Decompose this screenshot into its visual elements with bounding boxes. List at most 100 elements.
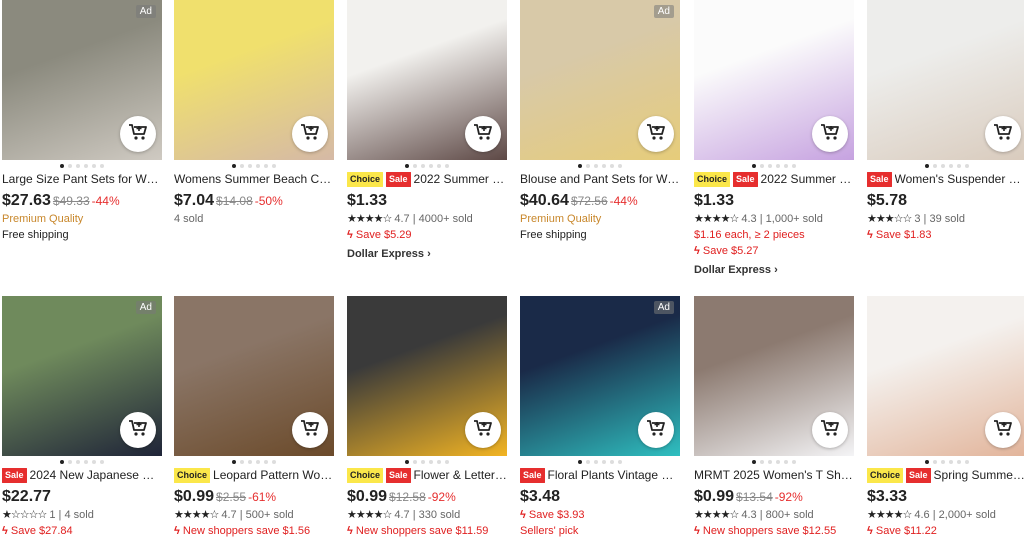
choice-tag: Choice: [867, 468, 904, 483]
product-card[interactable]: ChoiceSaleFlower & Letter Pri... $0.99$12…: [347, 296, 507, 539]
product-title[interactable]: MRMT 2025 Women's T Shirt ...: [694, 468, 854, 483]
product-title[interactable]: Large Size Pant Sets for Wom...: [2, 172, 162, 187]
sale-tag: Sale: [733, 172, 758, 187]
add-to-cart-button[interactable]: [465, 116, 501, 152]
rating-row: ★★★☆☆ 3 | 39 sold: [867, 213, 965, 225]
discount-percent: -61%: [248, 490, 277, 504]
add-to-cart-button[interactable]: [465, 412, 501, 448]
product-title[interactable]: Choice Leopard Pattern Wome...: [174, 468, 334, 483]
discount-percent: -92%: [427, 490, 456, 504]
star-rating-icons: ★★★☆☆: [867, 213, 912, 225]
add-to-cart-button[interactable]: [120, 116, 156, 152]
rating-row: ★★★★☆ 4.7 | 500+ sold: [174, 509, 294, 521]
product-title[interactable]: Sale Floral Plants Vintage 3D ...: [520, 468, 680, 483]
original-price: $14.08: [216, 194, 253, 208]
link-text: Dollar Express: [347, 248, 425, 260]
image-carousel-dots[interactable]: [2, 160, 162, 172]
image-carousel-dots[interactable]: [520, 160, 680, 172]
product-image[interactable]: [867, 0, 1024, 160]
current-price: $1.33: [694, 192, 735, 209]
product-image[interactable]: [867, 296, 1024, 456]
product-title[interactable]: Sale Women's Suspender Dre...: [867, 172, 1024, 187]
rating-value: 4.3: [741, 509, 757, 521]
product-title[interactable]: ChoiceSaleFlower & Letter Pri...: [347, 468, 507, 483]
cart-plus-icon: [993, 419, 1013, 442]
discount-percent: -44%: [91, 194, 120, 208]
add-to-cart-button[interactable]: [812, 412, 848, 448]
add-to-cart-button[interactable]: [985, 116, 1021, 152]
product-image[interactable]: Ad: [520, 296, 680, 456]
product-image[interactable]: [694, 296, 854, 456]
product-image[interactable]: Ad: [2, 296, 162, 456]
lightning-icon: ϟ: [520, 509, 529, 521]
link-text: Dollar Express: [694, 264, 772, 276]
original-price: $49.33: [52, 194, 90, 208]
image-carousel-dots[interactable]: [694, 456, 854, 468]
cart-plus-icon: [993, 123, 1013, 146]
image-carousel-dots[interactable]: [694, 160, 854, 172]
savings-text: Save $11.22: [875, 525, 937, 537]
choice-tag: Choice: [174, 468, 211, 483]
add-to-cart-button[interactable]: [638, 116, 674, 152]
add-to-cart-button[interactable]: [638, 412, 674, 448]
product-title[interactable]: ChoiceSaleSpring Summer C...: [867, 468, 1024, 483]
product-image[interactable]: [174, 0, 334, 160]
product-card[interactable]: ChoiceSale2022 Summer Wo... $1.33 ★★★★☆ 4.…: [694, 0, 854, 278]
image-carousel-dots[interactable]: [2, 456, 162, 468]
add-to-cart-button[interactable]: [985, 412, 1021, 448]
dollar-express-link[interactable]: Dollar Express ›: [694, 262, 854, 278]
product-title[interactable]: Sale 2024 New Japanese Kor...: [2, 468, 162, 483]
lightning-icon: ϟ: [867, 525, 876, 537]
chevron-right-icon: ›: [424, 248, 431, 260]
product-title[interactable]: Blouse and Pant Sets for Wom...: [520, 172, 680, 187]
product-card[interactable]: ChoiceSaleSpring Summer C... $3.33 ★★★★☆ 4…: [867, 296, 1024, 539]
product-image[interactable]: Ad: [520, 0, 680, 160]
product-card[interactable]: Choice Leopard Pattern Wome... $0.99 $2.55-…: [174, 296, 334, 539]
image-carousel-dots[interactable]: [867, 456, 1024, 468]
image-carousel-dots[interactable]: [347, 456, 507, 468]
product-title[interactable]: ChoiceSale2022 Summer Wo...: [347, 172, 507, 187]
price-row: $27.63 $49.33 -44%: [2, 191, 162, 211]
dollar-express-link[interactable]: Dollar Express ›: [347, 246, 507, 262]
info-line: Premium Quality: [2, 213, 84, 225]
product-card[interactable]: MRMT 2025 Women's T Shirt ... $0.99 $13.54…: [694, 296, 854, 539]
cart-plus-icon: [820, 419, 840, 442]
product-title[interactable]: Womens Summer Beach Cam...: [174, 172, 334, 187]
product-card[interactable]: Sale Women's Suspender Dre... $5.78 ★★★☆☆ 3…: [867, 0, 1024, 243]
sold-count: 800+ sold: [765, 509, 814, 521]
current-price: $1.33: [347, 192, 388, 209]
image-carousel-dots[interactable]: [174, 456, 334, 468]
image-carousel-dots[interactable]: [174, 160, 334, 172]
image-carousel-dots[interactable]: [347, 160, 507, 172]
rating-value: 4.7: [221, 509, 237, 521]
star-rating-icons: ★★★★☆: [347, 213, 392, 225]
product-image[interactable]: Ad: [2, 0, 162, 160]
add-to-cart-button[interactable]: [292, 412, 328, 448]
product-title[interactable]: ChoiceSale2022 Summer Wo...: [694, 172, 854, 187]
image-carousel-dots[interactable]: [520, 456, 680, 468]
choice-tag: Choice: [347, 468, 384, 483]
add-to-cart-button[interactable]: [812, 116, 848, 152]
product-image[interactable]: [174, 296, 334, 456]
product-card[interactable]: ChoiceSale2022 Summer Wo... $1.33 ★★★★☆ 4.…: [347, 0, 507, 262]
product-card[interactable]: Ad Sale 2024 New Japanese Kor... $22.77 ★☆☆☆…: [2, 296, 162, 539]
current-price: $22.77: [2, 488, 51, 505]
add-to-cart-button[interactable]: [292, 116, 328, 152]
product-card[interactable]: Ad Sale Floral Plants Vintage 3D ... $3.48 ϟ…: [520, 296, 680, 539]
product-image[interactable]: [347, 296, 507, 456]
cart-plus-icon: [300, 419, 320, 442]
rating-row: ★★★★☆ 4.3 | 800+ sold: [694, 509, 814, 521]
image-carousel-dots[interactable]: [867, 160, 1024, 172]
product-image[interactable]: [694, 0, 854, 160]
product-card[interactable]: Womens Summer Beach Cam... $7.04 $14.08 -50…: [174, 0, 334, 227]
savings-text: New shoppers save $1.56: [182, 525, 311, 537]
ad-badge: Ad: [135, 5, 156, 18]
sale-tag: Sale: [386, 172, 411, 187]
product-card[interactable]: Ad Large Size Pant Sets for Wom... $27.63 $…: [2, 0, 162, 243]
add-to-cart-button[interactable]: [120, 412, 156, 448]
rating-row: ★☆☆☆☆ 1 | 4 sold: [2, 509, 94, 521]
product-card[interactable]: Ad Blouse and Pant Sets for Wom... $40.64 $…: [520, 0, 680, 243]
info-line: $1.16 each, ≥ 2 pieces: [694, 229, 805, 241]
product-image[interactable]: [347, 0, 507, 160]
choice-tag: Choice: [347, 172, 384, 187]
